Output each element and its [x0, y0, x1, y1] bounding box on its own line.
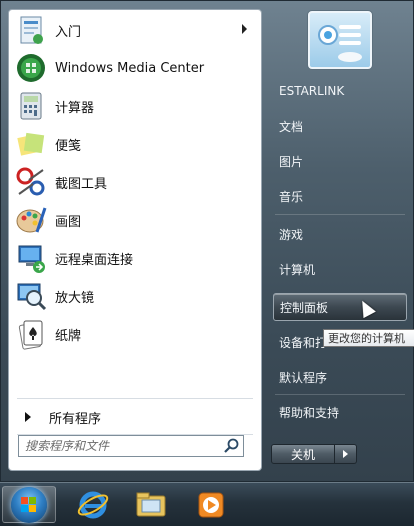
divider	[17, 398, 253, 399]
snipping-tool-icon	[15, 166, 47, 198]
remote-desktop-icon	[15, 242, 47, 274]
pinned-item-calculator[interactable]: 计算器	[13, 88, 257, 124]
right-item-label: 音乐	[279, 189, 304, 204]
pinned-item-label: 画图	[55, 214, 82, 230]
right-item-music[interactable]: 音乐	[273, 182, 407, 210]
right-item-label: 控制面板	[280, 300, 329, 315]
right-item-label: 设备和打	[279, 335, 328, 350]
pinned-item-getting-started[interactable]: 入门	[13, 12, 257, 48]
right-item-user[interactable]: ESTARLINK	[273, 77, 407, 105]
start-menu-left-pane: 入门 Windows Media Center 计算器 便笺 截图工具 画图 远…	[8, 9, 262, 471]
taskbar-internet-explorer[interactable]	[66, 486, 120, 523]
taskbar	[0, 482, 414, 526]
paint-icon	[15, 204, 47, 236]
pinned-item-media-center[interactable]: Windows Media Center	[13, 50, 257, 86]
pinned-item-label: 远程桌面连接	[55, 252, 134, 268]
pinned-item-label: 入门	[55, 24, 82, 40]
sticky-notes-icon	[15, 128, 47, 160]
magnifier-icon	[15, 280, 47, 312]
pinned-item-label: 纸牌	[55, 328, 82, 344]
right-item-computer[interactable]: 计算机	[273, 255, 407, 283]
right-item-games[interactable]: 游戏	[273, 220, 407, 248]
pinned-item-sticky-notes[interactable]: 便笺	[13, 126, 257, 162]
media-center-icon	[15, 52, 47, 84]
right-item-label: ESTARLINK	[279, 84, 345, 98]
pinned-item-remote-desktop[interactable]: 远程桌面连接	[13, 240, 257, 276]
right-item-label: 游戏	[279, 227, 304, 242]
search-input[interactable]	[19, 436, 221, 456]
media-player-icon	[198, 492, 224, 517]
right-item-help[interactable]: 帮助和支持	[273, 398, 407, 426]
right-item-label: 图片	[279, 154, 304, 169]
pinned-item-label: Windows Media Center	[55, 60, 205, 76]
pinned-item-paint[interactable]: 画图	[13, 202, 257, 238]
taskbar-media-player[interactable]	[184, 486, 238, 523]
right-item-label: 帮助和支持	[279, 405, 340, 420]
right-item-label: 默认程序	[279, 370, 328, 385]
taskbar-windows-explorer[interactable]	[124, 486, 178, 523]
right-item-label: 文档	[279, 119, 304, 134]
control-panel-tooltip: 更改您的计算机	[323, 329, 414, 347]
right-divider	[275, 214, 405, 215]
right-item-documents[interactable]: 文档	[273, 112, 407, 140]
all-programs-label: 所有程序	[49, 411, 102, 427]
windows-explorer-icon	[136, 492, 166, 516]
expand-arrow-icon	[25, 412, 31, 422]
start-menu: 入门 Windows Media Center 计算器 便笺 截图工具 画图 远…	[0, 0, 414, 482]
right-item-label: 计算机	[279, 262, 316, 277]
start-menu-right-pane: ESTARLINK 文档 图片 音乐 游戏 计算机 控制面板 设备和打 默认程序…	[269, 1, 414, 483]
start-button[interactable]	[2, 486, 56, 523]
pinned-item-solitaire[interactable]: 纸牌	[13, 316, 257, 352]
shutdown-options-button[interactable]	[335, 444, 357, 464]
internet-explorer-icon	[77, 491, 109, 518]
start-orb-icon	[11, 486, 47, 523]
right-item-pictures[interactable]: 图片	[273, 147, 407, 175]
right-item-control-panel[interactable]: 控制面板	[273, 293, 407, 321]
submenu-arrow-icon[interactable]	[242, 24, 247, 34]
pinned-item-magnifier[interactable]: 放大镜	[13, 278, 257, 314]
pinned-item-label: 放大镜	[55, 290, 95, 306]
search-icon[interactable]	[221, 436, 243, 456]
pinned-item-label: 截图工具	[55, 176, 108, 192]
right-divider	[275, 394, 405, 395]
calculator-icon	[15, 90, 47, 122]
pinned-item-snipping-tool[interactable]: 截图工具	[13, 164, 257, 200]
search-box[interactable]	[18, 435, 244, 457]
pinned-item-label: 便笺	[55, 138, 82, 154]
right-item-default-programs[interactable]: 默认程序	[273, 363, 407, 391]
getting-started-icon	[15, 14, 47, 46]
all-programs-button[interactable]: 所有程序	[13, 402, 257, 432]
shutdown-button[interactable]: 关机	[271, 444, 335, 464]
pinned-item-label: 计算器	[55, 100, 95, 116]
solitaire-icon	[15, 318, 47, 350]
